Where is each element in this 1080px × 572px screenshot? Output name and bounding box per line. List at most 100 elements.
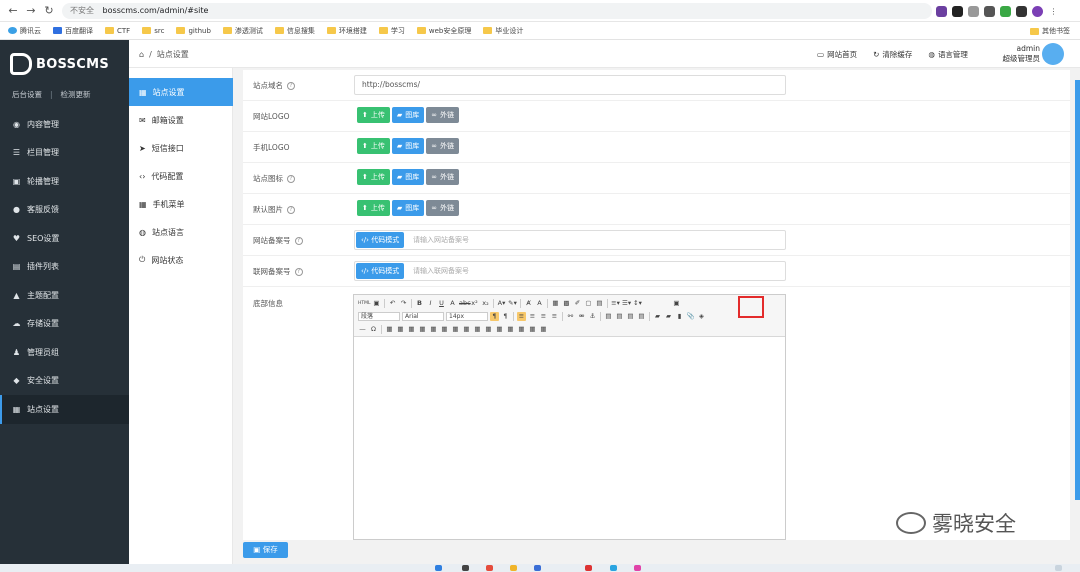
- app-icon[interactable]: [534, 565, 541, 571]
- sidebar-item-security[interactable]: ◆ 安全设置: [0, 367, 129, 396]
- line-height-icon[interactable]: ↕▾: [633, 299, 642, 308]
- forward-icon[interactable]: →: [24, 4, 38, 18]
- image-float-none-icon[interactable]: ▤: [604, 312, 613, 321]
- search-icon[interactable]: [462, 565, 469, 571]
- language-manage-link[interactable]: ◍ 语言管理: [928, 49, 968, 60]
- html-source-icon[interactable]: HTML: [358, 299, 371, 308]
- check-update-link[interactable]: 检测更新: [61, 90, 91, 99]
- reload-icon[interactable]: ↻: [42, 4, 56, 18]
- special-char-icon[interactable]: Ω: [369, 325, 378, 334]
- extension-icon[interactable]: [984, 5, 995, 17]
- select-all-icon[interactable]: ✐: [573, 299, 582, 308]
- app-icon[interactable]: [585, 565, 592, 571]
- anchor-icon[interactable]: ⚓: [588, 312, 597, 321]
- subnav-item-mail[interactable]: ✉ 邮箱设置: [129, 106, 233, 134]
- clear-format-icon[interactable]: Ⱥ: [524, 299, 533, 308]
- ordered-list-icon[interactable]: ≡▾: [611, 299, 620, 308]
- split-cols-icon[interactable]: ▦: [528, 325, 537, 334]
- italic-icon[interactable]: I: [426, 299, 435, 308]
- sidebar-item-seo[interactable]: ♥ SEO设置: [0, 224, 129, 253]
- external-link-button[interactable]: ∞ 外链: [426, 200, 460, 216]
- strikethrough-icon[interactable]: abc: [459, 299, 471, 308]
- insert-row-after-icon[interactable]: ▦: [418, 325, 427, 334]
- page-scrollbar[interactable]: [1075, 80, 1080, 500]
- delete-table-icon[interactable]: ▦: [396, 325, 405, 334]
- insert-col-after-icon[interactable]: ▦: [451, 325, 460, 334]
- subnav-item-code[interactable]: ‹› 代码配置: [129, 162, 233, 190]
- home-icon[interactable]: ⌂: [139, 50, 144, 59]
- external-link-button[interactable]: ∞ 外链: [426, 107, 460, 123]
- rich-text-editor[interactable]: HTML ▣ ↶ ↷ B I U A abc x² x₂ A▾ ✎▾ Ⱥ A ▦…: [353, 294, 786, 540]
- bookmark-item[interactable]: src: [142, 27, 164, 35]
- unlink-icon[interactable]: ⚮: [577, 312, 586, 321]
- image-float-left-icon[interactable]: ▤: [615, 312, 624, 321]
- link-icon[interactable]: ⚯: [566, 312, 575, 321]
- upload-button[interactable]: ⬆ 上传: [357, 169, 390, 185]
- app-icon[interactable]: [486, 565, 493, 571]
- bookmark-item[interactable]: web安全原理: [416, 26, 471, 36]
- subnav-item-site-settings[interactable]: ▦ 站点设置: [129, 78, 233, 106]
- admin-info[interactable]: admin 超级管理员: [984, 44, 1041, 64]
- clear-doc-icon[interactable]: ▢: [584, 299, 593, 308]
- bookmark-item[interactable]: 毕业设计: [483, 26, 523, 36]
- icp-input[interactable]: ‹/› 代码模式 请输入网站备案号: [354, 230, 786, 250]
- unordered-list-icon[interactable]: ☰▾: [622, 299, 631, 308]
- preview-icon[interactable]: ▣: [372, 299, 381, 308]
- help-icon[interactable]: ?: [294, 236, 303, 245]
- external-link-button[interactable]: ∞ 外链: [426, 169, 460, 185]
- attachment-icon[interactable]: 📎: [686, 312, 695, 321]
- multi-image-icon[interactable]: ▰: [664, 312, 673, 321]
- split-rows-icon[interactable]: ▦: [517, 325, 526, 334]
- highlight-icon[interactable]: ✎▾: [508, 299, 517, 308]
- bookmark-item[interactable]: 学习: [378, 26, 405, 36]
- font-border-icon[interactable]: A: [448, 299, 457, 308]
- sidebar-item-carousel[interactable]: ▣ 轮播管理: [0, 167, 129, 196]
- bookmark-item[interactable]: 渗透测试: [222, 26, 263, 36]
- auto-format-icon[interactable]: A: [535, 299, 544, 308]
- undo-icon[interactable]: ↶: [388, 299, 397, 308]
- insert-row-before-icon[interactable]: ▦: [407, 325, 416, 334]
- underline-icon[interactable]: U: [437, 299, 446, 308]
- split-cells-icon[interactable]: ▦: [506, 325, 515, 334]
- upload-button[interactable]: ⬆ 上传: [357, 107, 390, 123]
- sidebar-item-content[interactable]: ◉ 内容管理: [0, 110, 129, 139]
- upload-button[interactable]: ⬆ 上传: [357, 200, 390, 216]
- extension-icon[interactable]: [952, 5, 963, 17]
- profile-avatar[interactable]: [1032, 5, 1043, 17]
- format-match-icon[interactable]: ▦: [551, 299, 560, 308]
- subscript-icon[interactable]: x₂: [481, 299, 490, 308]
- blockquote-icon[interactable]: ▤: [595, 299, 604, 308]
- help-icon[interactable]: ?: [287, 174, 295, 183]
- sidebar-item-columns[interactable]: ☰ 栏目管理: [0, 139, 129, 168]
- external-link-button[interactable]: ∞ 外链: [426, 138, 460, 154]
- site-domain-input[interactable]: http://bosscms/: [354, 75, 786, 95]
- subnav-item-mobile-menu[interactable]: ▦ 手机菜单: [129, 190, 233, 218]
- code-mode-button[interactable]: ‹/› 代码模式: [356, 232, 405, 248]
- clear-cache-link[interactable]: ↻ 清除缓存: [873, 49, 912, 60]
- backend-settings-link[interactable]: 后台设置: [12, 90, 42, 99]
- bookmark-item[interactable]: 百度翻译: [53, 26, 93, 36]
- avatar[interactable]: [1042, 43, 1064, 65]
- windows-start-icon[interactable]: [435, 565, 442, 571]
- redo-icon[interactable]: ↷: [399, 299, 408, 308]
- save-button[interactable]: ▣ 保存: [243, 542, 288, 558]
- bookmark-item[interactable]: github: [176, 27, 211, 35]
- police-input[interactable]: ‹/› 代码模式 请输入联网备案号: [354, 261, 786, 281]
- back-icon[interactable]: ←: [6, 4, 20, 18]
- extension-icon[interactable]: [936, 5, 947, 17]
- puzzle-icon[interactable]: [1016, 5, 1027, 17]
- app-icon[interactable]: [610, 565, 617, 571]
- sidebar-item-site-settings[interactable]: ▦ 站点设置: [0, 395, 129, 424]
- subnav-item-language[interactable]: ◍ 站点语言: [129, 218, 233, 246]
- bookmark-item[interactable]: CTF: [105, 27, 130, 35]
- app-icon[interactable]: [510, 565, 517, 571]
- subnav-item-status[interactable]: ⏻ 网站状态: [129, 246, 233, 274]
- help-icon[interactable]: ?: [287, 205, 295, 214]
- gallery-button[interactable]: ▰ 图库: [391, 200, 425, 216]
- font-select[interactable]: Arial: [402, 311, 444, 321]
- bookmark-item[interactable]: 信息搜集: [274, 26, 315, 36]
- bookmark-item[interactable]: 腾讯云: [8, 26, 41, 36]
- upload-button[interactable]: ⬆ 上传: [357, 138, 390, 154]
- gallery-button[interactable]: ▰ 图库: [391, 169, 425, 185]
- help-icon[interactable]: ?: [287, 81, 295, 90]
